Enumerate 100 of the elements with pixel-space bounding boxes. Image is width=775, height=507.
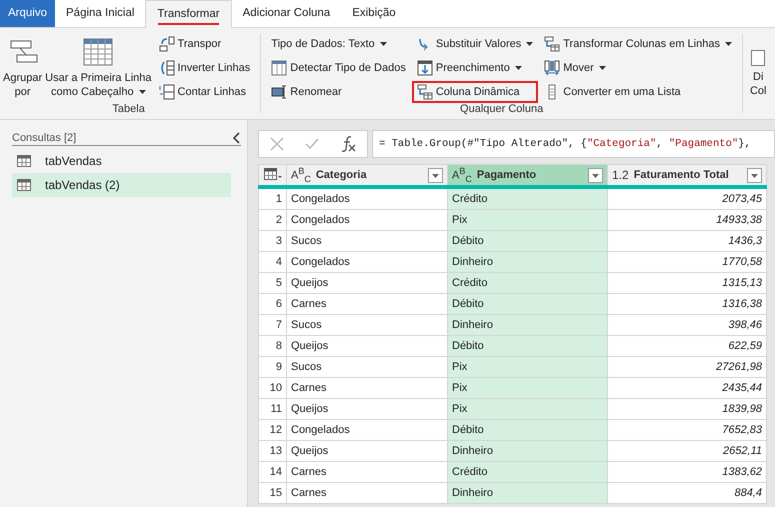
ribbon-button[interactable]: Contar Linhas xyxy=(154,81,256,103)
table-cell: 1770,58 xyxy=(608,252,766,272)
ribbon-tab[interactable]: Transformar xyxy=(145,0,232,28)
table-cell: Dinheiro xyxy=(448,252,608,272)
table-cell: 1383,62 xyxy=(608,462,766,482)
ribbon-button[interactable]: Tipo de Dados: Texto xyxy=(266,33,411,55)
row-number: 8 xyxy=(258,336,286,356)
table-cell: 2073,45 xyxy=(608,187,766,210)
row-number: 12 xyxy=(258,420,286,440)
group-label: Qualquer Coluna xyxy=(459,103,544,117)
table-cell: 884,4 xyxy=(608,482,766,504)
table-cell: Dinheiro xyxy=(448,482,608,504)
ribbon-button[interactable]: Mover xyxy=(539,57,737,79)
ribbon-button[interactable]: Di Col xyxy=(746,28,766,119)
row-number: 15 xyxy=(258,482,286,504)
checkmark-icon[interactable] xyxy=(304,136,320,152)
ribbon-button[interactable]: Agrupar por xyxy=(2,33,44,103)
ribbon-button[interactable]: Coluna Dinâmica xyxy=(412,81,538,103)
table-cell: Pix xyxy=(448,356,608,378)
column-header[interactable]: 1.2 Faturamento Total xyxy=(608,164,766,187)
table-cell: 14933,38 xyxy=(608,210,766,230)
row-number: 2 xyxy=(258,210,286,230)
move-icon xyxy=(544,60,560,76)
caret-icon xyxy=(526,42,534,46)
ribbon-button[interactable]: Usar a Primeira Linha como Cabeçalho xyxy=(44,33,153,103)
row-number: 6 xyxy=(258,294,286,314)
table-cell: Pix xyxy=(448,378,608,398)
table-cell: 1839,98 xyxy=(608,398,766,420)
ribbon-button[interactable]: Converter em uma Lista xyxy=(539,81,737,103)
table-cell: 622,59 xyxy=(608,336,766,356)
reverse-icon xyxy=(158,60,175,76)
column-header[interactable]: A$^{B}$$_{C}$ Categoria xyxy=(286,164,448,187)
table-icon xyxy=(271,60,288,76)
caret-icon xyxy=(138,90,146,94)
query-item[interactable]: tabVendas xyxy=(12,149,231,173)
ribbon-button[interactable]: Transformar Colunas em Linhas xyxy=(539,33,737,55)
collapse-icon[interactable] xyxy=(233,132,241,144)
table-icon xyxy=(83,37,114,67)
row-number: 4 xyxy=(258,252,286,272)
row-number: 3 xyxy=(258,230,286,252)
table-cell: 27261,98 xyxy=(608,356,766,378)
dropdown-icon[interactable] xyxy=(747,168,762,182)
rename-icon xyxy=(271,84,288,100)
table-cell: Queijos xyxy=(286,336,448,356)
row-number: 10 xyxy=(258,378,286,398)
query-item[interactable]: tabVendas (2) xyxy=(12,173,231,197)
table-cell: Sucos xyxy=(286,230,448,252)
table-cell: 1315,13 xyxy=(608,272,766,294)
table-cell: Débito xyxy=(448,420,608,440)
table-cell: Sucos xyxy=(286,314,448,336)
table-cell: Dinheiro xyxy=(448,440,608,462)
ribbon-tab[interactable]: Exibição xyxy=(341,0,407,27)
fill-down-icon xyxy=(416,60,433,76)
table-cell: 1436,3 xyxy=(608,230,766,252)
table-cell: Congelados xyxy=(286,187,448,210)
table-cell: Débito xyxy=(448,230,608,252)
formula-field[interactable]: = Table.Group(#"Tipo Alterado", {"Categoria", "Pagamento"}, xyxy=(372,130,775,158)
ribbon-button[interactable]: Detectar Tipo de Dados xyxy=(266,57,411,79)
dropdown-icon[interactable] xyxy=(588,168,603,182)
table-cell: Congelados xyxy=(286,420,448,440)
pivot-icon xyxy=(416,84,433,100)
pivot-icon xyxy=(544,36,560,52)
table-cell: 7652,83 xyxy=(608,420,766,440)
table-cell: Pix xyxy=(448,210,608,230)
ribbon-button[interactable]: Inverter Linhas xyxy=(154,57,256,79)
table-cell: Sucos xyxy=(286,356,448,378)
row-number: 14 xyxy=(258,462,286,482)
table-cell: Congelados xyxy=(286,210,448,230)
table-cell: Carnes xyxy=(286,482,448,504)
row-number: 11 xyxy=(258,398,286,420)
dropdown-icon[interactable] xyxy=(428,168,443,182)
ribbon-tab[interactable]: Arquivo xyxy=(0,0,55,27)
table-menu-icon[interactable] xyxy=(264,168,282,180)
ribbon-tab[interactable]: Adicionar Coluna xyxy=(232,0,342,27)
table-cell: Carnes xyxy=(286,378,448,398)
table-cell: Queijos xyxy=(286,440,448,462)
caret-icon xyxy=(514,66,522,70)
row-number: 1 xyxy=(258,187,286,210)
table-icon xyxy=(17,155,31,167)
table-cell: Débito xyxy=(448,336,608,356)
decimal-type-icon: 1.2 xyxy=(612,169,629,181)
table-icon xyxy=(17,179,31,191)
ribbon-button[interactable]: Transpor xyxy=(154,33,256,55)
table-cell: Carnes xyxy=(286,294,448,314)
function-icon[interactable] xyxy=(339,135,358,153)
table-cell: Débito xyxy=(448,294,608,314)
queries-title: Consultas [2] xyxy=(12,132,76,144)
caret-icon xyxy=(598,66,606,70)
table-cell: Dinheiro xyxy=(448,314,608,336)
caret-icon xyxy=(724,42,732,46)
ribbon-button[interactable]: Preenchimento xyxy=(412,57,538,79)
column-header[interactable]: A$^{B}$$_{C}$ Pagamento xyxy=(448,164,608,187)
ribbon-button[interactable]: Substituir Valores xyxy=(412,33,538,55)
ribbon-tab[interactable]: Página Inicial xyxy=(55,0,146,27)
ribbon-button[interactable]: Renomear xyxy=(266,81,411,103)
table-cell: 398,46 xyxy=(608,314,766,336)
table-cell: Crédito xyxy=(448,272,608,294)
table-cell: Carnes xyxy=(286,462,448,482)
table-cell: Queijos xyxy=(286,398,448,420)
transpose-icon xyxy=(158,36,175,52)
